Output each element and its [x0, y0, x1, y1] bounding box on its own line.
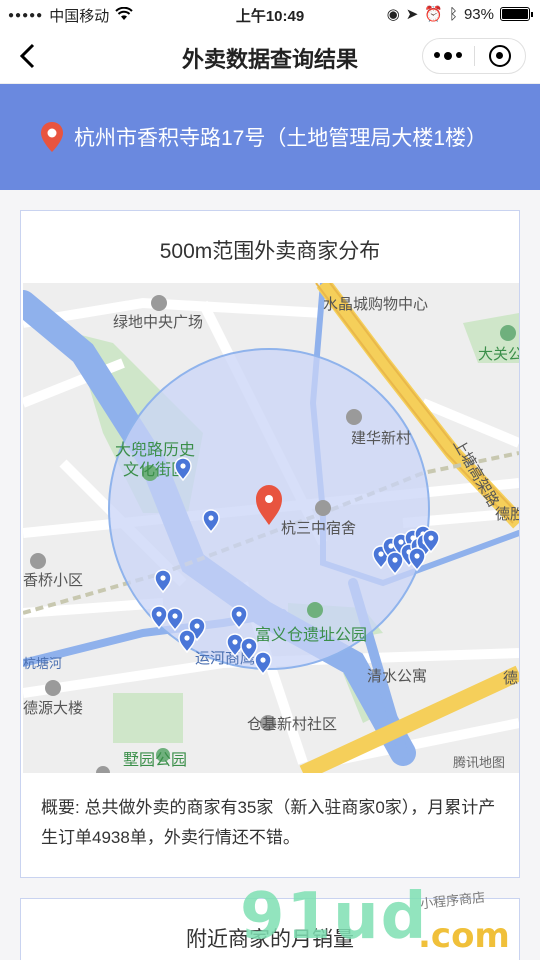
park-area	[113, 693, 183, 743]
map-label-daguan: 大关公	[478, 346, 519, 363]
map-canvas: 绿地中央广场 水晶城购物中心 大关公 建华新村 大兜路历史 文化街区 杭三中宿舍…	[23, 283, 519, 773]
map-label-canal: 杭塘河	[23, 656, 62, 671]
map-label-plaza: 绿地中央广场	[113, 314, 203, 331]
map-label-xiangqiao: 香桥小区	[23, 572, 83, 589]
map-label-deshe: 德胜	[495, 505, 519, 523]
card2-title: 附近商家的月销量	[186, 928, 354, 951]
close-mini-program-button[interactable]	[475, 39, 526, 73]
map-label-shuyuan: 墅园公园	[123, 751, 187, 769]
address-text: 杭州市香积寺路17号（土地管理局大楼1楼）	[74, 127, 488, 150]
map-label-cangji: 仓基新村社区	[247, 716, 337, 733]
rotation-lock-icon: ◉	[386, 6, 400, 23]
merchant-map[interactable]: 绿地中央广场 水晶城购物中心 大关公 建华新村 大兜路历史 文化街区 杭三中宿舍…	[23, 283, 519, 773]
bluetooth-icon: ᛒ	[448, 5, 458, 23]
map-label-deyuan: 德源大楼	[23, 699, 83, 717]
merchant-distribution-card: 500m范围外卖商家分布 绿地中央广场 水晶城购物中心 大关公 建华新村 大兜路…	[20, 210, 520, 878]
alarm-icon: ⏰	[424, 6, 443, 23]
target-circle-icon	[488, 45, 511, 67]
monthly-sales-card: 附近商家的月销量	[20, 898, 520, 960]
map-label-qingshui: 清水公寓	[367, 667, 427, 685]
more-button[interactable]	[423, 39, 474, 73]
map-attribution: 腾讯地图	[453, 755, 505, 770]
map-label-crystal: 水晶城购物中心	[323, 296, 428, 313]
location-arrow-icon: ➤	[405, 6, 419, 23]
battery-percent: 93%	[463, 5, 494, 23]
mini-program-capsule	[422, 38, 526, 74]
more-dots-icon	[434, 52, 463, 60]
battery-icon	[500, 7, 533, 21]
map-label-jianhua: 建华新村	[351, 430, 411, 447]
map-label-dadou: 大兜路历史	[115, 441, 195, 459]
location-pin-icon	[41, 122, 63, 152]
map-label-school: 杭三中宿舍	[281, 520, 356, 537]
map-label-de2: 德	[503, 669, 518, 687]
status-bar: ●●●●● 中国移动 上午10:49 ◉ ➤ ⏰ ᛒ 93%	[0, 0, 540, 28]
summary-text: 概要: 总共做外卖的商家有35家（新入驻商家0家），月累计产生订单4938单，外…	[41, 798, 496, 847]
card-title: 500m范围外卖商家分布	[159, 240, 381, 263]
nav-bar: 外卖数据查询结果	[0, 28, 540, 84]
location-banner: 杭州市香积寺路17号（土地管理局大楼1楼）	[0, 84, 540, 190]
map-label-fuyi: 富义仓遗址公园	[255, 626, 367, 644]
